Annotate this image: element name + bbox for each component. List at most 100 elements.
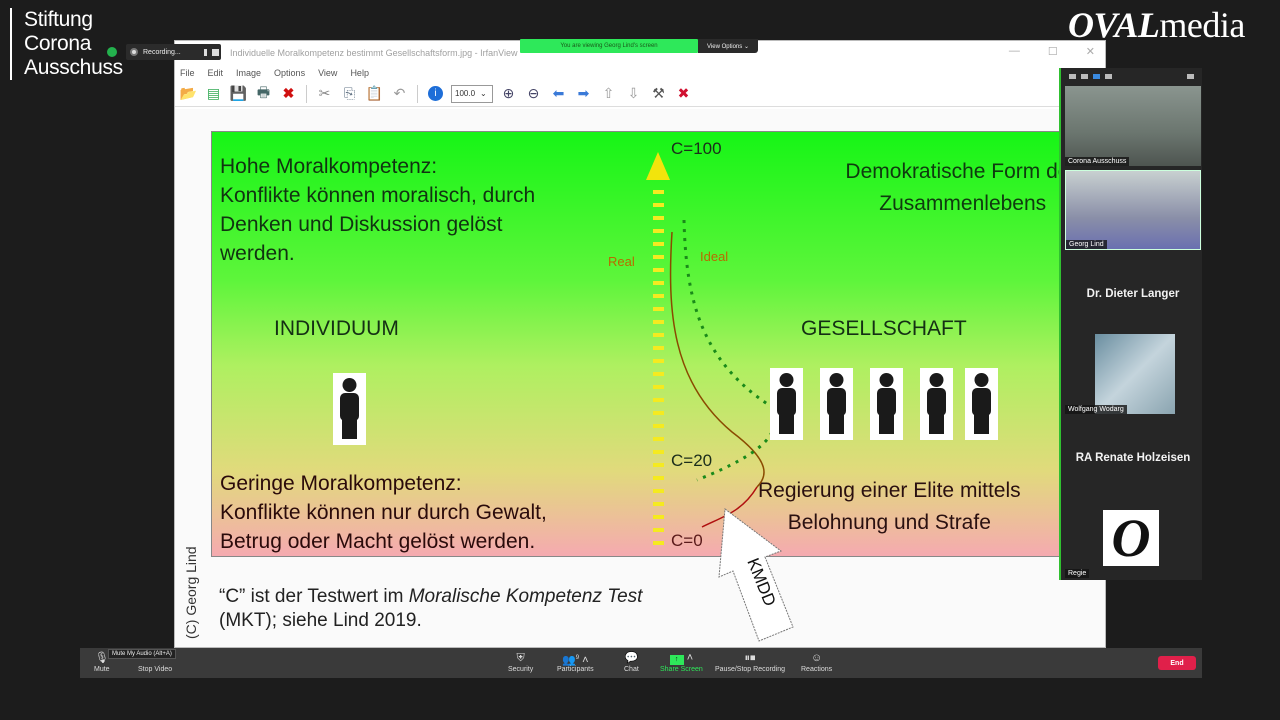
scale-tick <box>653 268 664 272</box>
scale-arrowhead <box>646 152 670 180</box>
previous-icon[interactable]: ⬅ <box>549 84 568 103</box>
chat-button[interactable]: 💬 Chat <box>624 652 639 673</box>
reactions-button[interactable]: ☺ Reactions <box>801 652 832 673</box>
slide-caption: “C” ist der Testwert im Moralische Kompe… <box>219 585 642 633</box>
share-screen-button[interactable]: ↑ ˄ Share Screen <box>660 652 703 673</box>
zoom-value: 100.0 <box>455 89 476 98</box>
zoom-out-icon[interactable]: ⊖ <box>524 84 543 103</box>
menu-bar: File Edit Image Options View Help <box>175 65 1105 81</box>
participants-button[interactable]: 👥9 ˄ Participants <box>557 652 594 673</box>
scale-tick <box>653 229 664 233</box>
mute-button[interactable]: 🎙 Mute <box>94 652 110 673</box>
pause-recording-icon[interactable] <box>203 48 207 56</box>
menu-image[interactable]: Image <box>236 68 261 78</box>
chevron-down-icon: ⌄ <box>480 89 487 98</box>
chat-label: Chat <box>624 666 639 673</box>
zoom-select[interactable]: 100.0 ⌄ <box>451 84 493 103</box>
participant-tile[interactable]: Dr. Dieter Langer <box>1065 254 1201 334</box>
logo-line: Stiftung <box>24 8 93 31</box>
participant-gallery: Corona Ausschuss Georg Lind Dr. Dieter L… <box>1059 68 1202 580</box>
reactions-icon: ☺ <box>810 652 823 664</box>
security-label: Security <box>508 666 534 673</box>
undo-icon[interactable]: ↶ <box>390 84 409 103</box>
society-person-icon <box>920 368 953 440</box>
minimize-view-icon[interactable] <box>1069 73 1076 79</box>
copyright-text: (C) Georg Lind <box>183 546 199 639</box>
scale-tick <box>653 333 664 337</box>
info-icon[interactable]: i <box>426 84 445 103</box>
participant-tile[interactable]: O Regie <box>1065 502 1201 578</box>
stop-video-button[interactable]: Stop Video <box>138 652 172 673</box>
end-meeting-button[interactable]: End <box>1158 656 1196 670</box>
logo-line: Ausschuss <box>24 56 123 79</box>
scale-tick <box>653 463 664 467</box>
menu-edit[interactable]: Edit <box>208 68 224 78</box>
caption-text: “C” ist der Testwert im <box>219 586 409 607</box>
participant-name: RA Renate Holzeisen <box>1075 452 1191 464</box>
scale-tick <box>653 541 664 545</box>
scale-tick <box>653 437 664 441</box>
cut-icon[interactable]: ✂ <box>315 84 334 103</box>
thumbnails-icon[interactable]: ▤ <box>204 84 223 103</box>
toolbar-separator <box>417 84 418 103</box>
caption-italic: Moralische Kompetenz Test <box>408 586 643 607</box>
share-screen-icon: ↑ ˄ <box>669 652 693 665</box>
zoom-in-icon[interactable]: ⊕ <box>499 84 518 103</box>
scale-tick <box>653 294 664 298</box>
page-down-icon[interactable]: ⇩ <box>624 84 643 103</box>
participant-name: Corona Ausschuss <box>1065 157 1130 166</box>
window-title: Individuelle Moralkompetenz bestimmt Ges… <box>230 48 518 58</box>
participant-tile[interactable]: Wolfgang Wodarg <box>1065 334 1201 414</box>
menu-view[interactable]: View <box>318 68 337 78</box>
scale-graphic <box>646 152 777 545</box>
exit-icon[interactable]: ✖ <box>674 84 693 103</box>
strip-view-icon[interactable] <box>1093 73 1100 79</box>
menu-help[interactable]: Help <box>350 68 369 78</box>
stop-recording-icon[interactable] <box>211 48 219 56</box>
scale-tick <box>653 424 664 428</box>
caption-text-2: (MKT); siehe Lind 2019. <box>219 610 422 631</box>
stop-video-label: Stop Video <box>138 666 173 673</box>
scale-tick <box>653 255 664 259</box>
recording-label: Recording... <box>143 48 181 56</box>
participant-tile-active-speaker[interactable]: Georg Lind <box>1065 170 1201 250</box>
close-button[interactable]: ✕ <box>1086 45 1095 58</box>
maximize-button[interactable]: ☐ <box>1048 45 1058 58</box>
save-icon[interactable]: 💾 <box>229 84 248 103</box>
page-up-icon[interactable]: ⇧ <box>599 84 618 103</box>
minimize-button[interactable]: — <box>1009 45 1020 58</box>
scale-tick <box>653 398 664 402</box>
society-person-icon <box>820 368 853 440</box>
participant-name: Georg Lind <box>1066 240 1107 249</box>
scale-tick <box>653 411 664 415</box>
scale-tick <box>653 515 664 519</box>
exit-fullscreen-icon[interactable] <box>1187 73 1194 79</box>
participant-tile[interactable]: Corona Ausschuss <box>1065 86 1201 166</box>
menu-file[interactable]: File <box>180 68 195 78</box>
single-view-icon[interactable] <box>1081 73 1088 79</box>
paste-icon[interactable]: 📋 <box>365 84 384 103</box>
next-icon[interactable]: ➡ <box>574 84 593 103</box>
encryption-shield-icon[interactable] <box>107 47 117 57</box>
mute-label: Mute <box>94 666 110 673</box>
delete-icon[interactable]: ✖ <box>279 84 298 103</box>
security-button[interactable]: ⛨ Security <box>508 652 533 673</box>
reactions-label: Reactions <box>801 666 833 673</box>
society-person-icon <box>870 368 903 440</box>
toolbar: 📂 ▤ 💾 🖶 ✖ ✂ ⎘ 📋 ↶ i 100.0 ⌄ ⊕ ⊖ ⬅ ➡ ⇧ ⇩ ⚒… <box>175 81 1105 107</box>
scale-tick <box>653 372 664 376</box>
participant-tile[interactable]: RA Renate Holzeisen <box>1065 418 1201 498</box>
scale-tick <box>653 190 664 194</box>
settings-tools-icon[interactable]: ⚒ <box>649 84 668 103</box>
view-options-button[interactable]: View Options ⌄ <box>698 39 758 53</box>
pause-stop-recording-button[interactable]: ⏸⏹ Pause/Stop Recording <box>715 652 785 673</box>
menu-options[interactable]: Options <box>274 68 305 78</box>
scale-tick <box>653 346 664 350</box>
viewing-screen-banner: You are viewing Georg Lind's screen <box>520 39 698 53</box>
participant-count: 9 <box>575 655 580 661</box>
open-folder-icon[interactable]: 📂 <box>179 84 198 103</box>
ideal-curve <box>682 219 777 482</box>
print-icon[interactable]: 🖶 <box>254 84 273 103</box>
gallery-view-icon[interactable] <box>1105 73 1112 79</box>
copy-icon[interactable]: ⎘ <box>340 84 359 103</box>
